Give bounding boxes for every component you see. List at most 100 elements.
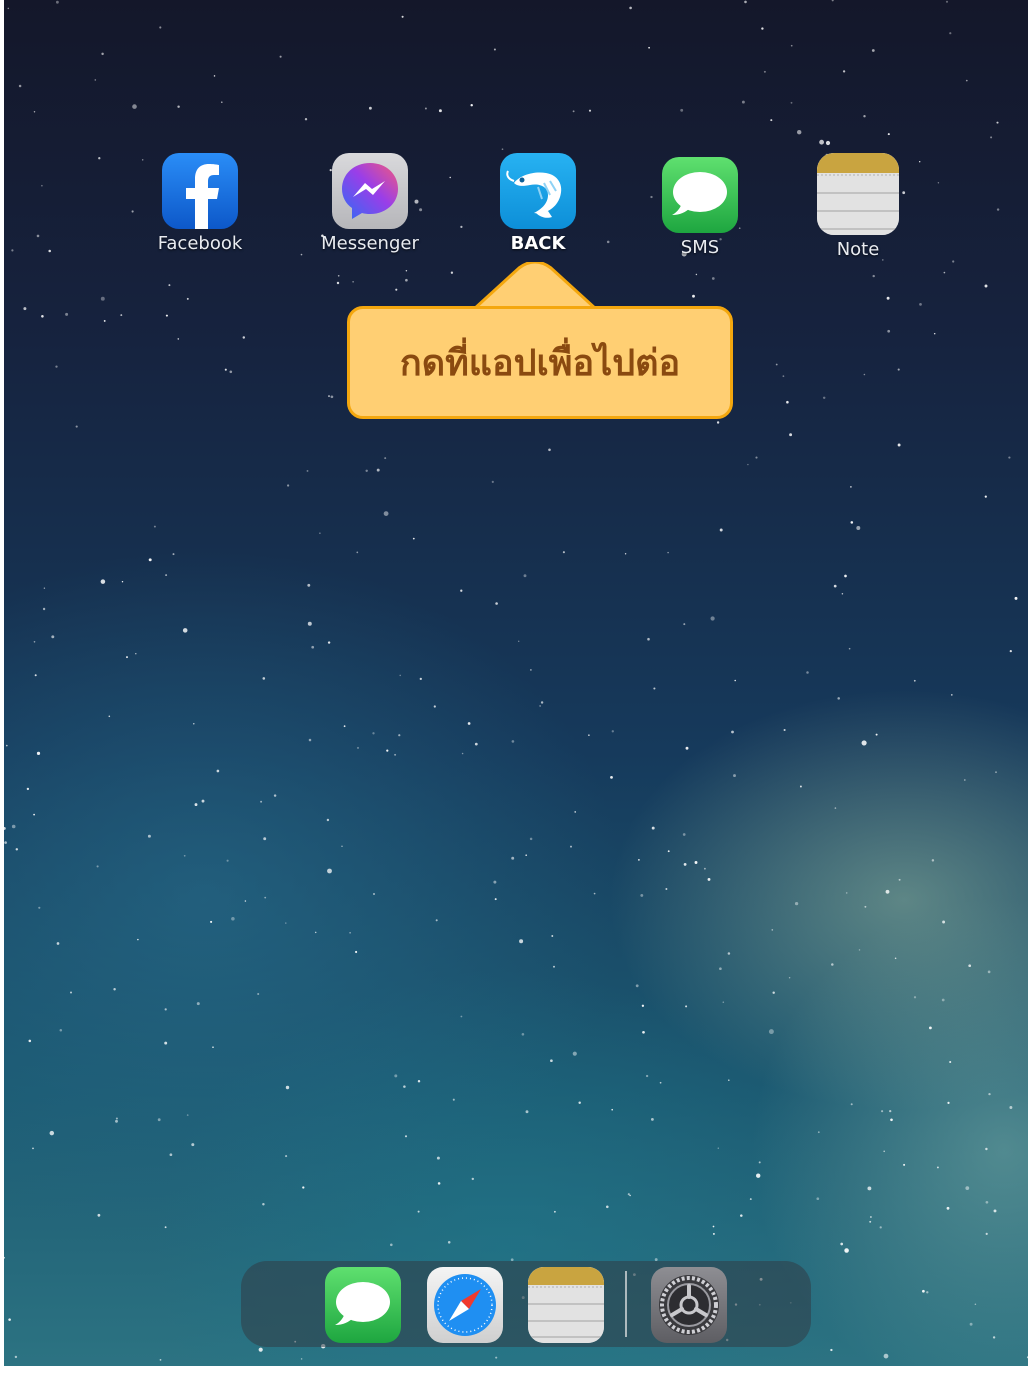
- star: [120, 314, 123, 317]
- safari-icon[interactable]: [427, 1267, 503, 1343]
- star: [97, 1213, 101, 1217]
- star: [850, 1103, 853, 1106]
- star: [164, 1226, 167, 1229]
- star: [213, 75, 216, 77]
- star: [182, 628, 188, 633]
- star: [38, 906, 41, 909]
- app-label-back: BACK: [510, 233, 566, 254]
- star: [306, 469, 309, 472]
- star: [491, 480, 494, 483]
- star: [965, 79, 968, 82]
- star: [993, 1209, 997, 1213]
- star: [55, 365, 58, 368]
- star: [864, 905, 867, 908]
- star: [683, 862, 687, 866]
- star: [452, 1098, 455, 1101]
- star: [113, 988, 116, 991]
- star: [984, 495, 987, 498]
- app-sms[interactable]: SMS: [640, 157, 760, 258]
- star: [707, 877, 711, 881]
- messages-icon[interactable]: [325, 1267, 401, 1343]
- star: [121, 580, 124, 583]
- star: [871, 49, 875, 52]
- star: [327, 641, 331, 644]
- settings-icon[interactable]: [651, 1267, 727, 1343]
- star: [627, 1193, 630, 1196]
- star: [772, 991, 775, 994]
- star: [926, 1291, 929, 1294]
- star: [685, 1005, 688, 1008]
- star: [373, 893, 375, 895]
- star: [307, 583, 311, 587]
- star: [919, 303, 922, 306]
- star: [611, 1108, 613, 1111]
- shrimp-app-icon: [500, 153, 576, 229]
- star: [394, 1074, 398, 1078]
- app-note[interactable]: Note: [798, 153, 918, 260]
- star: [727, 952, 731, 955]
- star: [159, 1359, 162, 1361]
- star: [285, 922, 287, 924]
- app-messenger[interactable]: Messenger: [310, 153, 430, 254]
- star: [606, 1205, 609, 1209]
- star: [226, 859, 229, 862]
- star: [165, 574, 168, 577]
- messenger-icon: [332, 153, 408, 229]
- star: [460, 1015, 463, 1018]
- star: [28, 1039, 32, 1043]
- star: [790, 44, 793, 47]
- star: [788, 977, 791, 979]
- star: [695, 273, 698, 276]
- star: [470, 103, 473, 107]
- star: [897, 368, 900, 371]
- star: [191, 1143, 195, 1147]
- star: [384, 457, 387, 460]
- star: [844, 574, 847, 578]
- star: [941, 998, 945, 1002]
- star: [881, 1110, 884, 1113]
- star: [157, 1118, 161, 1122]
- star: [831, 963, 834, 966]
- star: [786, 400, 789, 404]
- star: [588, 734, 590, 736]
- star: [796, 129, 802, 135]
- app-facebook[interactable]: Facebook: [140, 153, 260, 254]
- star: [728, 1079, 730, 1081]
- star: [42, 607, 46, 611]
- star: [56, 942, 60, 945]
- star: [863, 373, 866, 376]
- star: [285, 1085, 290, 1090]
- star: [319, 532, 321, 534]
- star: [965, 1186, 970, 1190]
- star: [56, 0, 59, 4]
- star: [744, 0, 747, 4]
- star: [992, 1336, 996, 1339]
- star: [722, 1001, 725, 1003]
- star: [645, 1074, 649, 1078]
- star: [825, 140, 831, 146]
- notes-icon[interactable]: [528, 1267, 604, 1343]
- star: [43, 587, 46, 589]
- star: [988, 1092, 991, 1096]
- star: [913, 996, 917, 999]
- star: [147, 834, 151, 838]
- star: [593, 892, 596, 895]
- star: [872, 274, 875, 278]
- star: [286, 484, 290, 487]
- star: [974, 1303, 977, 1305]
- star: [168, 284, 171, 287]
- app-label-note: Note: [836, 239, 880, 260]
- star: [14, 1355, 18, 1359]
- star: [562, 551, 565, 554]
- star: [51, 635, 55, 639]
- star: [210, 920, 213, 923]
- star: [8, 1318, 11, 1321]
- star: [493, 880, 497, 884]
- star: [819, 139, 824, 145]
- star: [330, 395, 334, 399]
- app-back[interactable]: BACK: [478, 153, 598, 254]
- star: [403, 1085, 406, 1088]
- star: [733, 774, 736, 778]
- star: [719, 528, 723, 532]
- star: [450, 271, 454, 274]
